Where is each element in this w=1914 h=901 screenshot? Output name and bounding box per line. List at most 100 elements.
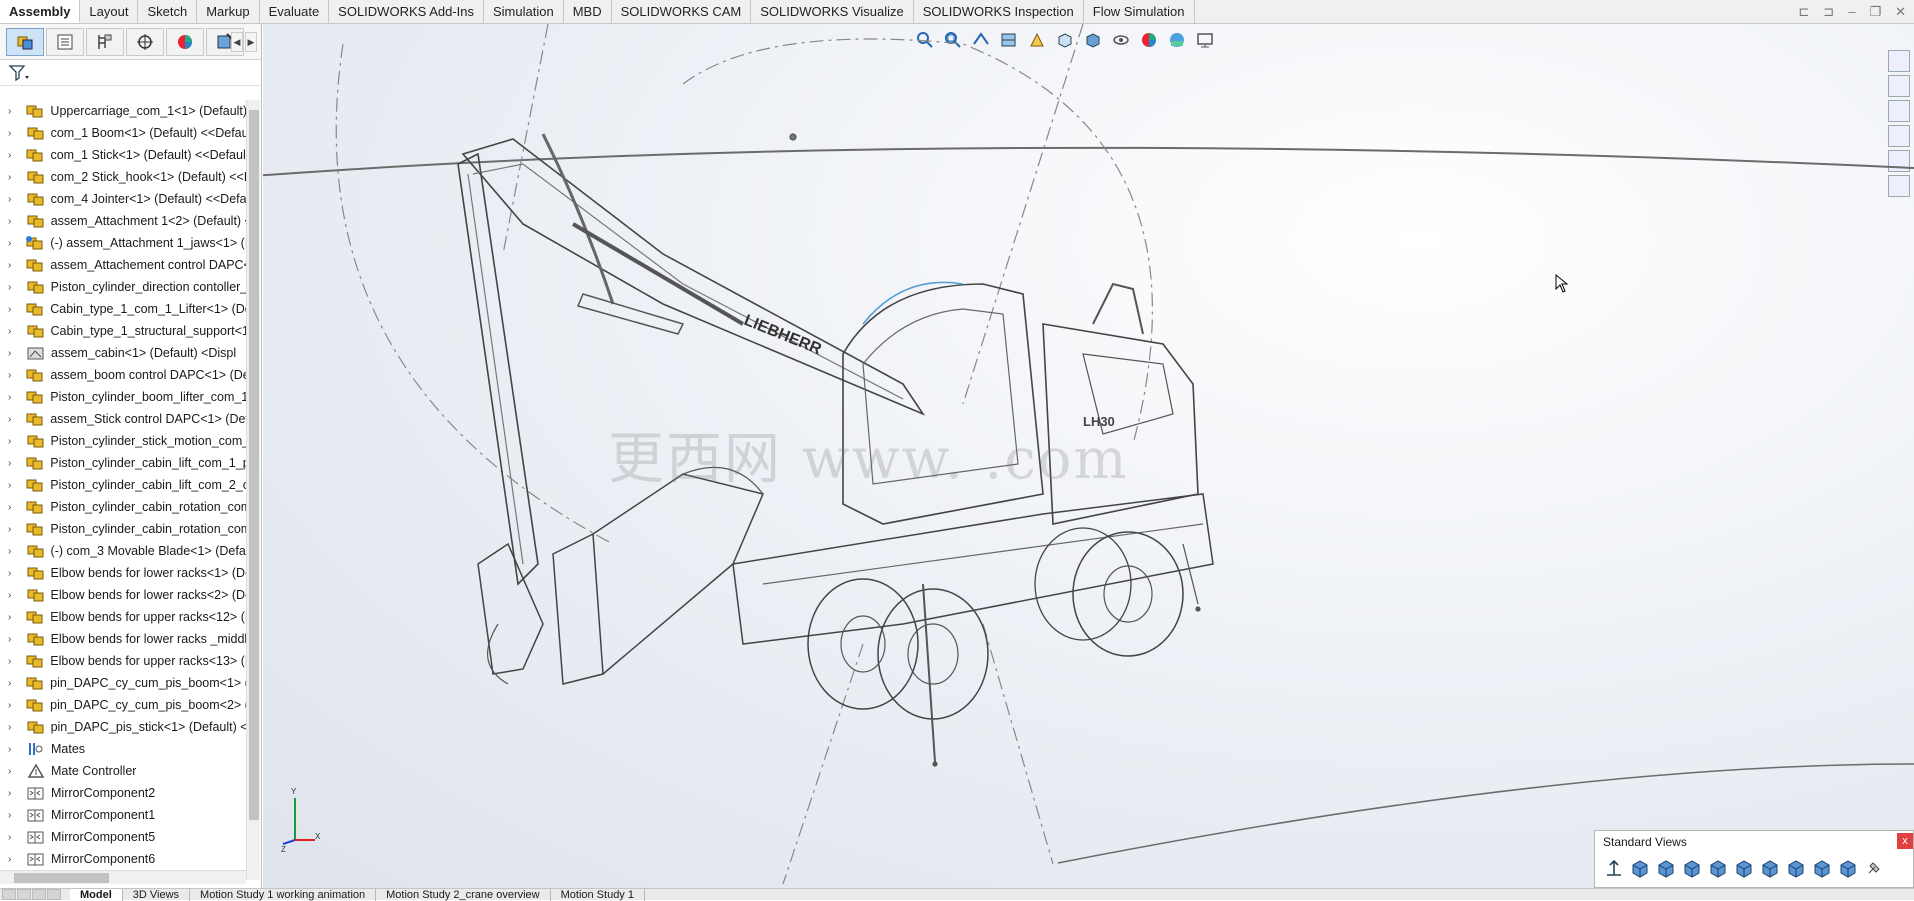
tree-item[interactable]: › Piston_cylinder_direction contoller_c (0, 276, 246, 298)
tab-cam[interactable]: SOLIDWORKS CAM (612, 0, 752, 23)
tree-item[interactable]: › Elbow bends for upper racks<12> (De (0, 606, 246, 628)
tree-item[interactable]: › Cabin_type_1_com_1_Lifter<1> (Defa (0, 298, 246, 320)
next-tab-icon[interactable] (32, 889, 46, 900)
top-view-icon[interactable] (1733, 857, 1755, 879)
minimize-icon[interactable]: – (1848, 4, 1855, 20)
tree-item[interactable]: › Piston_cylinder_cabin_lift_com_1_pist (0, 452, 246, 474)
configurationmanager-icon[interactable] (86, 27, 124, 56)
expand-arrow-icon[interactable]: › (8, 854, 18, 865)
featuremanager-icon[interactable] (6, 27, 44, 56)
left-view-icon[interactable] (1681, 857, 1703, 879)
expand-arrow-icon[interactable]: › (8, 370, 17, 381)
tree-item[interactable]: › Mate Controller (0, 760, 246, 782)
pin-icon[interactable] (1863, 857, 1885, 879)
expand-arrow-icon[interactable]: › (8, 458, 17, 469)
expand-arrow-icon[interactable]: › (8, 810, 18, 821)
tab-motion-study-1-working-animation[interactable]: Motion Study 1 working animation (190, 889, 377, 901)
tree-item[interactable]: › pin_DAPC_pis_stick<1> (Default) << (0, 716, 246, 738)
expand-arrow-icon[interactable]: › (8, 106, 17, 117)
scroll-thumb[interactable] (14, 873, 109, 883)
tree-item[interactable]: › Uppercarriage_com_1<1> (Default) < (0, 100, 246, 122)
tree-item[interactable]: › Piston_cylinder_cabin_rotation_com_ (0, 496, 246, 518)
expand-arrow-icon[interactable]: › (8, 502, 17, 513)
expand-arrow-icon[interactable]: › (8, 656, 17, 667)
expand-arrow-icon[interactable]: › (8, 194, 18, 205)
expand-arrow-icon[interactable]: › (8, 216, 18, 227)
expand-arrow-icon[interactable]: › (8, 326, 18, 337)
tab-motion-study-1[interactable]: Motion Study 1 (551, 889, 645, 901)
normal-to-icon[interactable] (1603, 857, 1625, 879)
expand-arrow-icon[interactable]: › (8, 568, 18, 579)
isometric-view-icon[interactable] (1785, 857, 1807, 879)
dimxpertmanager-icon[interactable] (126, 27, 164, 56)
tree-item[interactable]: › assem_Attachement control DAPC<1 (0, 254, 246, 276)
propertymanager-icon[interactable] (46, 27, 84, 56)
trimetric-view-icon[interactable] (1811, 857, 1833, 879)
scroll-thumb[interactable] (249, 110, 259, 820)
tree-item[interactable]: › Elbow bends for lower racks<2> (Def (0, 584, 246, 606)
tree-item[interactable]: › assem_cabin<1> (Default) <Displ (0, 342, 246, 364)
tree-item[interactable]: › MirrorComponent1 (0, 804, 246, 826)
graphics-area[interactable]: LH30 LIEBHERR 更西网 www. .com Y X Z (263, 24, 1914, 888)
displaymanager-icon[interactable] (166, 27, 204, 56)
tree-item[interactable]: › Piston_cylinder_boom_lifter_com_1_p (0, 386, 246, 408)
expand-arrow-icon[interactable]: › (8, 128, 18, 139)
last-tab-icon[interactable] (47, 889, 61, 900)
close-icon[interactable]: ✕ (1895, 4, 1906, 20)
expand-arrow-icon[interactable]: › (8, 304, 17, 315)
tree-item[interactable]: › pin_DAPC_cy_cum_pis_boom<1> (De (0, 672, 246, 694)
tree-item[interactable]: › Elbow bends for lower racks<1> (Def (0, 562, 246, 584)
expand-arrow-icon[interactable]: › (8, 524, 17, 535)
tree-item[interactable]: › assem_Stick control DAPC<1> (Defau (0, 408, 246, 430)
expand-arrow-icon[interactable]: › (8, 238, 17, 249)
expand-arrow-icon[interactable]: › (8, 150, 17, 161)
expand-arrow-icon[interactable]: › (8, 744, 18, 755)
tree-item[interactable]: › assem_Attachment 1<2> (Default) < (0, 210, 246, 232)
tree-item[interactable]: › (-) assem_Attachment 1_jaws<1> (De (0, 232, 246, 254)
tree-item[interactable]: › Piston_cylinder_stick_motion_com_1 (0, 430, 246, 452)
tab-flow-simulation[interactable]: Flow Simulation (1084, 0, 1195, 23)
expand-arrow-icon[interactable]: › (8, 766, 18, 777)
tree-item[interactable]: › Piston_cylinder_cabin_lift_com_2_cyli (0, 474, 246, 496)
tree-item[interactable]: › Elbow bends for lower racks _middle (0, 628, 246, 650)
bottom-view-icon[interactable] (1759, 857, 1781, 879)
expand-arrow-icon[interactable]: › (8, 634, 18, 645)
expand-arrow-icon[interactable]: › (8, 260, 17, 271)
tree-vertical-scrollbar[interactable] (246, 100, 260, 880)
tree-item[interactable]: › Piston_cylinder_cabin_rotation_com_ (0, 518, 246, 540)
back-view-icon[interactable] (1655, 857, 1677, 879)
first-tab-icon[interactable] (2, 889, 16, 900)
expand-arrow-icon[interactable]: › (8, 722, 18, 733)
tab-evaluate[interactable]: Evaluate (260, 0, 330, 23)
tree-item[interactable]: › Cabin_type_1_structural_support<1> (0, 320, 246, 342)
right-view-icon[interactable] (1707, 857, 1729, 879)
tab-visualize[interactable]: SOLIDWORKS Visualize (751, 0, 914, 23)
tab-3d-views[interactable]: 3D Views (123, 889, 191, 901)
tab-inspection[interactable]: SOLIDWORKS Inspection (914, 0, 1084, 23)
tab-simulation[interactable]: Simulation (484, 0, 564, 23)
front-view-icon[interactable] (1629, 857, 1651, 879)
expand-pane-icon[interactable]: ⊐ (1823, 4, 1834, 20)
tab-markup[interactable]: Markup (197, 0, 260, 23)
restore-pane-icon[interactable]: ⊏ (1798, 4, 1809, 20)
expand-arrow-icon[interactable]: › (8, 700, 17, 711)
expand-arrow-icon[interactable]: › (8, 392, 17, 403)
tree-item[interactable]: › Mates (0, 738, 246, 760)
expand-arrow-icon[interactable]: › (8, 590, 18, 601)
tree-item[interactable]: › MirrorComponent6 (0, 848, 246, 870)
tree-horizontal-scrollbar[interactable] (0, 870, 246, 884)
expand-arrow-icon[interactable]: › (8, 546, 18, 557)
tree-item[interactable]: › com_4 Jointer<1> (Default) <<Defau (0, 188, 246, 210)
chevron-left-icon[interactable]: ◀ (231, 32, 243, 52)
filter-icon[interactable] (8, 64, 30, 82)
tab-layout[interactable]: Layout (80, 0, 139, 23)
tree-item[interactable]: › MirrorComponent2 (0, 782, 246, 804)
tree-item[interactable]: › (-) com_3 Movable Blade<1> (Defaul (0, 540, 246, 562)
tree-item[interactable]: › com_1 Boom<1> (Default) <<Default (0, 122, 246, 144)
tree-item[interactable]: › com_1 Stick<1> (Default) <<Default> (0, 144, 246, 166)
dimetric-view-icon[interactable] (1837, 857, 1859, 879)
chevron-right-icon[interactable]: ▶ (245, 32, 257, 52)
expand-arrow-icon[interactable]: › (8, 414, 17, 425)
tab-model[interactable]: Model (70, 889, 123, 901)
expand-arrow-icon[interactable]: › (8, 172, 18, 183)
